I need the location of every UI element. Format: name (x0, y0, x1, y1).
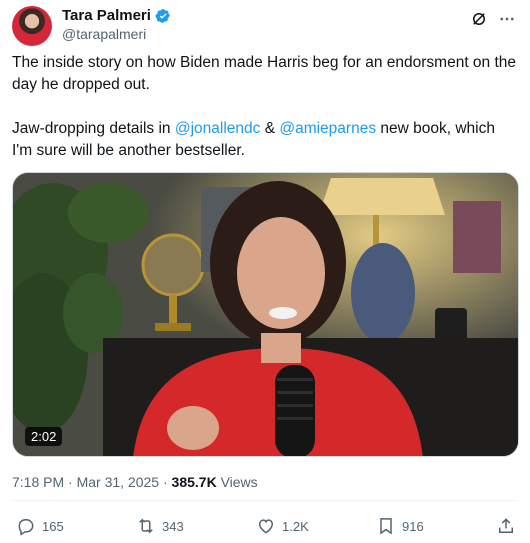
author-name-row: Tara Palmeri (62, 7, 171, 24)
author-handle[interactable]: @tarapalmeri (62, 26, 146, 42)
like-icon (258, 519, 274, 534)
post-header: Tara Palmeri @tarapalmeri (12, 6, 518, 46)
repost-count: 343 (162, 518, 184, 534)
author-name[interactable]: Tara Palmeri (62, 7, 151, 24)
post-text: The inside story on how Biden made Harri… (12, 52, 518, 162)
like-button[interactable]: 1.2K (256, 516, 309, 536)
views-label: Views (216, 474, 258, 490)
verified-badge-icon (155, 8, 170, 23)
repost-button[interactable]: 343 (136, 516, 184, 536)
like-count: 1.2K (282, 518, 309, 534)
reply-icon (18, 519, 34, 536)
action-bar: 165 343 1.2K 916 (12, 516, 518, 540)
share-icon (499, 518, 513, 533)
post-meta: 7:18 PM · Mar 31, 2025 · 385.7K Views (12, 474, 258, 490)
more-icon[interactable] (498, 10, 516, 28)
mention-link-jonallendc[interactable]: @jonallendc (175, 120, 261, 137)
mention-link-amieparnes[interactable]: @amieparnes (279, 120, 376, 137)
video-frame (13, 173, 518, 456)
share-button[interactable] (496, 516, 516, 536)
avatar[interactable] (12, 6, 52, 46)
microphone (275, 365, 315, 456)
repost-icon (139, 518, 153, 534)
video-duration-badge: 2:02 (25, 427, 63, 446)
post-text-segment: & (260, 120, 280, 137)
post-text-paragraph-1: The inside story on how Biden made Harri… (12, 54, 517, 93)
post-text-segment: Jaw-dropping details in (12, 120, 175, 137)
reply-button[interactable]: 165 (16, 516, 64, 536)
views-count: 385.7K (171, 474, 217, 490)
video-player[interactable]: 2:02 (12, 172, 519, 457)
bookmark-icon (380, 518, 392, 535)
bookmark-count: 916 (402, 518, 424, 534)
reply-count: 165 (42, 518, 64, 534)
bookmark-button[interactable]: 916 (376, 516, 424, 536)
divider (12, 500, 518, 501)
grok-icon[interactable] (470, 10, 488, 28)
post-timestamp[interactable]: 7:18 PM · Mar 31, 2025 · (12, 474, 172, 490)
wall-painting (453, 201, 501, 273)
post-text-paragraph-2: Jaw-dropping details in @jonallendc & @a… (12, 118, 518, 162)
